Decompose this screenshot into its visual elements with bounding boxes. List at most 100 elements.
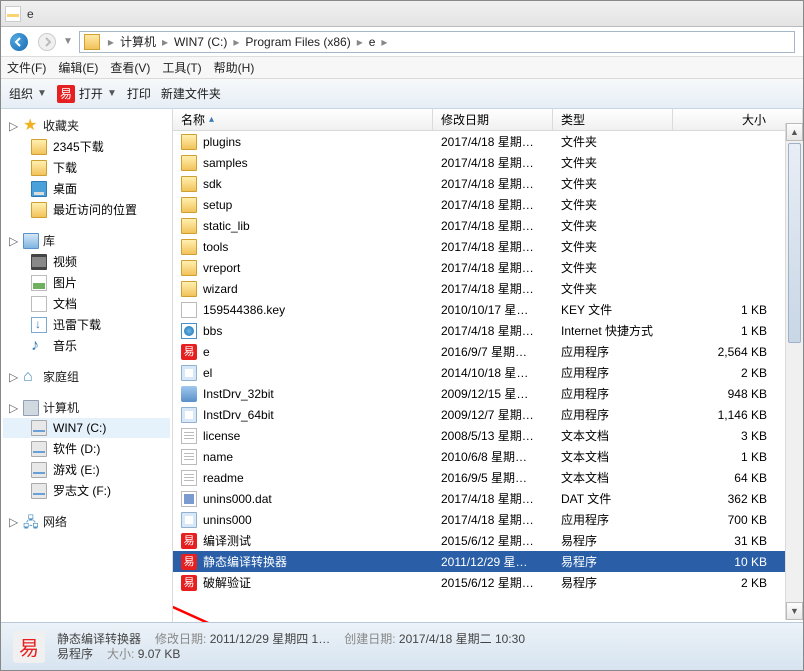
menu-help[interactable]: 帮助(H)	[214, 59, 255, 76]
file-name: tools	[203, 240, 228, 254]
details-type: 易程序	[57, 647, 93, 662]
file-row[interactable]: 易编译测试2015/6/12 星期…易程序31 KB	[173, 530, 803, 551]
file-row[interactable]: wizard2017/4/18 星期…文件夹	[173, 278, 803, 299]
tree-item[interactable]: 罗志文 (F:)	[3, 480, 170, 501]
network-head[interactable]: ▷ 🖧 网络	[3, 511, 170, 532]
exe32-icon	[181, 386, 197, 402]
open-button[interactable]: 易 打开 ▼	[57, 85, 117, 103]
print-button[interactable]: 打印	[127, 85, 151, 102]
libraries-head[interactable]: ▷ 库	[3, 230, 170, 251]
navbar: ▼ ▸ 计算机 ▸ WIN7 (C:) ▸ Program Files (x86…	[1, 27, 803, 57]
file-name: name	[203, 450, 233, 464]
forward-button[interactable]	[33, 30, 61, 54]
menu-edit[interactable]: 编辑(E)	[58, 59, 98, 76]
file-name: samples	[203, 156, 248, 170]
tree-item[interactable]: 2345下载	[3, 136, 170, 157]
fld-icon	[31, 202, 47, 218]
favorites-head[interactable]: ▷ ★ 收藏夹	[3, 115, 170, 136]
menu-file[interactable]: 文件(F)	[7, 59, 46, 76]
back-button[interactable]	[5, 30, 33, 54]
file-type: 文件夹	[553, 217, 673, 234]
key-icon	[181, 302, 197, 318]
tree-item[interactable]: 桌面	[3, 178, 170, 199]
file-row[interactable]: InstDrv_64bit2009/12/7 星期…应用程序1,146 KB	[173, 404, 803, 425]
new-folder-button[interactable]: 新建文件夹	[161, 85, 221, 102]
file-row[interactable]: unins000.dat2017/4/18 星期…DAT 文件362 KB	[173, 488, 803, 509]
tree-item[interactable]: ♪音乐	[3, 335, 170, 356]
file-row[interactable]: samples2017/4/18 星期…文件夹	[173, 152, 803, 173]
favorites-label: 收藏夹	[43, 117, 79, 134]
breadcrumb-item[interactable]: WIN7 (C:)	[172, 34, 229, 50]
breadcrumb-item[interactable]: 计算机	[118, 32, 158, 51]
organize-button[interactable]: 组织 ▼	[9, 85, 47, 102]
tree-item[interactable]: 最近访问的位置	[3, 199, 170, 220]
tree-item[interactable]: 视频	[3, 251, 170, 272]
tree-item[interactable]: 下载	[3, 157, 170, 178]
forward-icon	[38, 33, 56, 51]
tree-item[interactable]: 迅雷下载	[3, 314, 170, 335]
file-row[interactable]: plugins2017/4/18 星期…文件夹	[173, 131, 803, 152]
file-type: 文件夹	[553, 154, 673, 171]
file-name: setup	[203, 198, 232, 212]
fld-icon	[181, 155, 197, 171]
tree-item-label: 游戏 (E:)	[53, 461, 100, 478]
file-name: readme	[203, 471, 244, 485]
file-row[interactable]: unins0002017/4/18 星期…应用程序700 KB	[173, 509, 803, 530]
col-type[interactable]: 类型	[553, 109, 673, 130]
file-row[interactable]: tools2017/4/18 星期…文件夹	[173, 236, 803, 257]
file-name: license	[203, 429, 240, 443]
file-row[interactable]: 易破解验证2015/6/12 星期…易程序2 KB	[173, 572, 803, 593]
file-list[interactable]: plugins2017/4/18 星期…文件夹samples2017/4/18 …	[173, 131, 803, 622]
col-date[interactable]: 修改日期	[433, 109, 553, 130]
homegroup-head[interactable]: ▷ ⌂ 家庭组	[3, 366, 170, 387]
address-bar[interactable]: ▸ 计算机 ▸ WIN7 (C:) ▸ Program Files (x86) …	[79, 31, 795, 53]
open-label: 打开	[79, 85, 103, 102]
back-icon	[10, 33, 28, 51]
tree-item[interactable]: 游戏 (E:)	[3, 459, 170, 480]
col-size[interactable]: 大小	[673, 109, 803, 130]
tree-item[interactable]: WIN7 (C:)	[3, 418, 170, 438]
file-date: 2014/10/18 星…	[433, 364, 553, 381]
file-date: 2009/12/15 星…	[433, 385, 553, 402]
file-row[interactable]: readme2016/9/5 星期…文本文档64 KB	[173, 467, 803, 488]
computer-head[interactable]: ▷ 计算机	[3, 397, 170, 418]
breadcrumb-item[interactable]: Program Files (x86)	[243, 34, 352, 50]
file-row[interactable]: 易e2016/9/7 星期…应用程序2,564 KB	[173, 341, 803, 362]
network-icon: 🖧	[23, 514, 39, 530]
file-type: 应用程序	[553, 364, 673, 381]
file-row[interactable]: name2010/6/8 星期…文本文档1 KB	[173, 446, 803, 467]
txt-icon	[181, 428, 197, 444]
scrollbar[interactable]: ▲ ▼	[785, 123, 803, 620]
col-name[interactable]: 名称 ▴	[173, 109, 433, 130]
file-row[interactable]: 159544386.key2010/10/17 星…KEY 文件1 KB	[173, 299, 803, 320]
details-size-label: 大小:	[107, 647, 134, 661]
scroll-up-button[interactable]: ▲	[786, 123, 803, 141]
drv-icon	[31, 462, 47, 478]
file-row[interactable]: 易静态编译转换器2011/12/29 星…易程序10 KB	[173, 551, 803, 572]
tree-item[interactable]: 文档	[3, 293, 170, 314]
scroll-down-button[interactable]: ▼	[786, 602, 803, 620]
file-type: 应用程序	[553, 406, 673, 423]
file-row[interactable]: sdk2017/4/18 星期…文件夹	[173, 173, 803, 194]
details-name: 静态编译转换器	[57, 632, 141, 647]
fld-icon	[31, 139, 47, 155]
breadcrumb-item[interactable]: e	[367, 34, 378, 50]
file-row[interactable]: setup2017/4/18 星期…文件夹	[173, 194, 803, 215]
file-row[interactable]: vreport2017/4/18 星期…文件夹	[173, 257, 803, 278]
tree-item[interactable]: 图片	[3, 272, 170, 293]
window-title: e	[27, 7, 34, 21]
file-row[interactable]: bbs2017/4/18 星期…Internet 快捷方式1 KB	[173, 320, 803, 341]
star-icon: ★	[23, 118, 39, 134]
file-name: 编译测试	[203, 532, 251, 549]
file-row[interactable]: license2008/5/13 星期…文本文档3 KB	[173, 425, 803, 446]
file-row[interactable]: el2014/10/18 星…应用程序2 KB	[173, 362, 803, 383]
file-row[interactable]: static_lib2017/4/18 星期…文件夹	[173, 215, 803, 236]
file-row[interactable]: InstDrv_32bit2009/12/15 星…应用程序948 KB	[173, 383, 803, 404]
history-dropdown[interactable]: ▼	[61, 36, 75, 47]
scroll-thumb[interactable]	[788, 143, 801, 343]
menu-view[interactable]: 查看(V)	[110, 59, 150, 76]
tree-item[interactable]: 软件 (D:)	[3, 438, 170, 459]
menu-tools[interactable]: 工具(T)	[162, 59, 201, 76]
tree-item-label: 桌面	[53, 180, 77, 197]
details-text: 静态编译转换器 修改日期: 2011/12/29 星期四 1… 创建日期: 20…	[57, 632, 525, 662]
